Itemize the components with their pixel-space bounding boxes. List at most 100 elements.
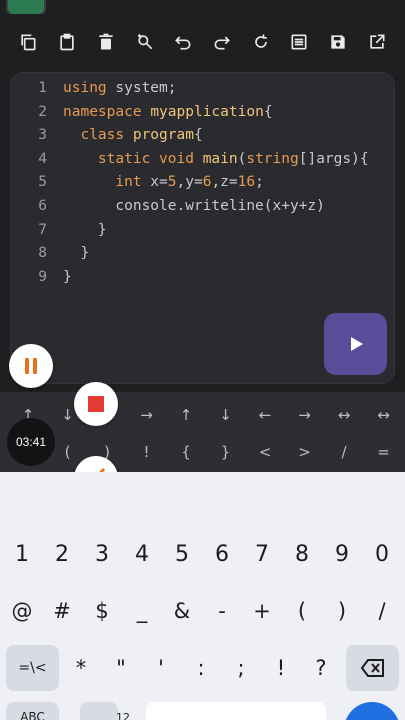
- code-token: }: [63, 221, 107, 238]
- stop-record-button[interactable]: [74, 382, 118, 426]
- extra-key[interactable]: }: [206, 432, 246, 472]
- key[interactable]: :: [182, 645, 220, 691]
- key[interactable]: (: [283, 588, 321, 634]
- extra-key[interactable]: ↓: [206, 395, 246, 435]
- code-text: int x=5,y=6,z=16;: [63, 170, 263, 194]
- extra-key[interactable]: {: [166, 432, 206, 472]
- extra-key[interactable]: ←: [245, 395, 285, 435]
- key[interactable]: #: [43, 588, 81, 634]
- extra-key[interactable]: /: [324, 432, 364, 472]
- extra-key[interactable]: >: [285, 432, 325, 472]
- paste-icon[interactable]: [56, 31, 78, 53]
- key[interactable]: $: [83, 588, 121, 634]
- delete-icon[interactable]: [95, 31, 117, 53]
- key[interactable]: 8: [283, 531, 321, 577]
- extra-key[interactable]: ↔: [364, 395, 404, 435]
- key[interactable]: 7: [243, 531, 281, 577]
- code-token: console.writeline(x+y+z): [63, 198, 325, 214]
- copy-icon[interactable]: [17, 31, 39, 53]
- line-number: 1: [38, 80, 47, 96]
- key[interactable]: /: [363, 588, 401, 634]
- extra-key[interactable]: →: [127, 395, 167, 435]
- key[interactable]: 3: [83, 531, 121, 577]
- key[interactable]: +: [243, 588, 281, 634]
- code-line[interactable]: 4 static void main(string[]args){: [11, 147, 394, 171]
- code-token: x=: [141, 174, 168, 191]
- extra-key[interactable]: =: [364, 432, 404, 472]
- save-icon[interactable]: [327, 31, 349, 53]
- search-replace-icon[interactable]: [134, 31, 156, 53]
- code-line[interactable]: 6 console.writeline(x+y+z): [11, 194, 394, 218]
- line-number: 9: [38, 268, 47, 285]
- code-token: []args){: [298, 150, 369, 167]
- undo-icon[interactable]: [172, 31, 194, 53]
- numpad-key[interactable]: 12: [104, 702, 142, 720]
- code-line[interactable]: 9}: [11, 265, 394, 289]
- key[interactable]: ;: [222, 645, 260, 691]
- code-text: class program{: [63, 123, 203, 147]
- key[interactable]: *: [62, 645, 100, 691]
- run-button[interactable]: [324, 313, 387, 375]
- symbols-toggle-key[interactable]: =\<: [6, 645, 59, 691]
- document-icon[interactable]: [288, 31, 310, 53]
- pause-icon: [25, 358, 37, 374]
- refresh-icon[interactable]: [250, 31, 272, 53]
- extra-key[interactable]: →: [285, 395, 325, 435]
- key[interactable]: !: [262, 645, 300, 691]
- open-external-icon[interactable]: [366, 31, 388, 53]
- extra-key[interactable]: <: [245, 432, 285, 472]
- key[interactable]: 1: [3, 531, 41, 577]
- code-token: int: [63, 174, 142, 191]
- extra-key[interactable]: ↔: [324, 395, 364, 435]
- key[interactable]: ": [102, 645, 140, 691]
- enter-key[interactable]: [344, 702, 400, 720]
- pause-button[interactable]: [9, 344, 53, 388]
- key[interactable]: ': [142, 645, 180, 691]
- code-line[interactable]: 5 int x=5,y=6,z=16;: [11, 170, 394, 194]
- key[interactable]: -: [203, 588, 241, 634]
- line-number: 3: [38, 127, 47, 144]
- code-token: ,y=: [176, 174, 203, 191]
- key[interactable]: &: [163, 588, 201, 634]
- code-text: }: [63, 218, 107, 242]
- code-text: }: [63, 241, 89, 265]
- code-token: }: [63, 268, 72, 285]
- code-line[interactable]: 3 class program{: [11, 123, 394, 147]
- backspace-icon: [360, 659, 384, 677]
- space-key[interactable]: [146, 702, 326, 720]
- key[interactable]: 0: [363, 531, 401, 577]
- key[interactable]: ): [323, 588, 361, 634]
- line-number: 2: [38, 103, 47, 120]
- code-token: system;: [106, 80, 177, 96]
- code-token: ,z=: [211, 174, 238, 191]
- key[interactable]: 6: [203, 531, 241, 577]
- backspace-key[interactable]: [346, 645, 399, 691]
- code-token: static void: [63, 150, 194, 167]
- code-token: {: [193, 127, 203, 144]
- code-line[interactable]: 2 namespace myapplication{: [11, 100, 394, 124]
- code-line[interactable]: 8 }: [11, 241, 394, 265]
- code-text: using system;: [63, 76, 177, 100]
- stop-icon: [88, 396, 104, 412]
- code-token: }: [63, 245, 90, 262]
- line-number: 5: [38, 174, 47, 191]
- key[interactable]: @: [3, 588, 41, 634]
- code-token: main: [202, 150, 238, 167]
- key[interactable]: 2: [43, 531, 81, 577]
- key[interactable]: 4: [123, 531, 161, 577]
- redo-icon[interactable]: [211, 31, 233, 53]
- key[interactable]: ?: [302, 645, 340, 691]
- code-text: static void main(string[]args){: [63, 147, 369, 171]
- extra-key[interactable]: ↑: [166, 395, 206, 435]
- extra-key[interactable]: !: [127, 432, 167, 472]
- code-line[interactable]: 1 using system;: [11, 76, 394, 100]
- code-line[interactable]: 7 }: [11, 218, 394, 242]
- key[interactable]: 5: [163, 531, 201, 577]
- key[interactable]: _: [123, 588, 161, 634]
- recording-timer: 03:41: [7, 418, 55, 466]
- abc-key[interactable]: ABC: [6, 702, 59, 720]
- soft-keyboard: 1 2 3 4 5 6 7 8 9 0 @ # $ _ & - +() / =\< * " ':;!? ABC 12: [0, 472, 405, 720]
- key[interactable]: 9: [323, 531, 361, 577]
